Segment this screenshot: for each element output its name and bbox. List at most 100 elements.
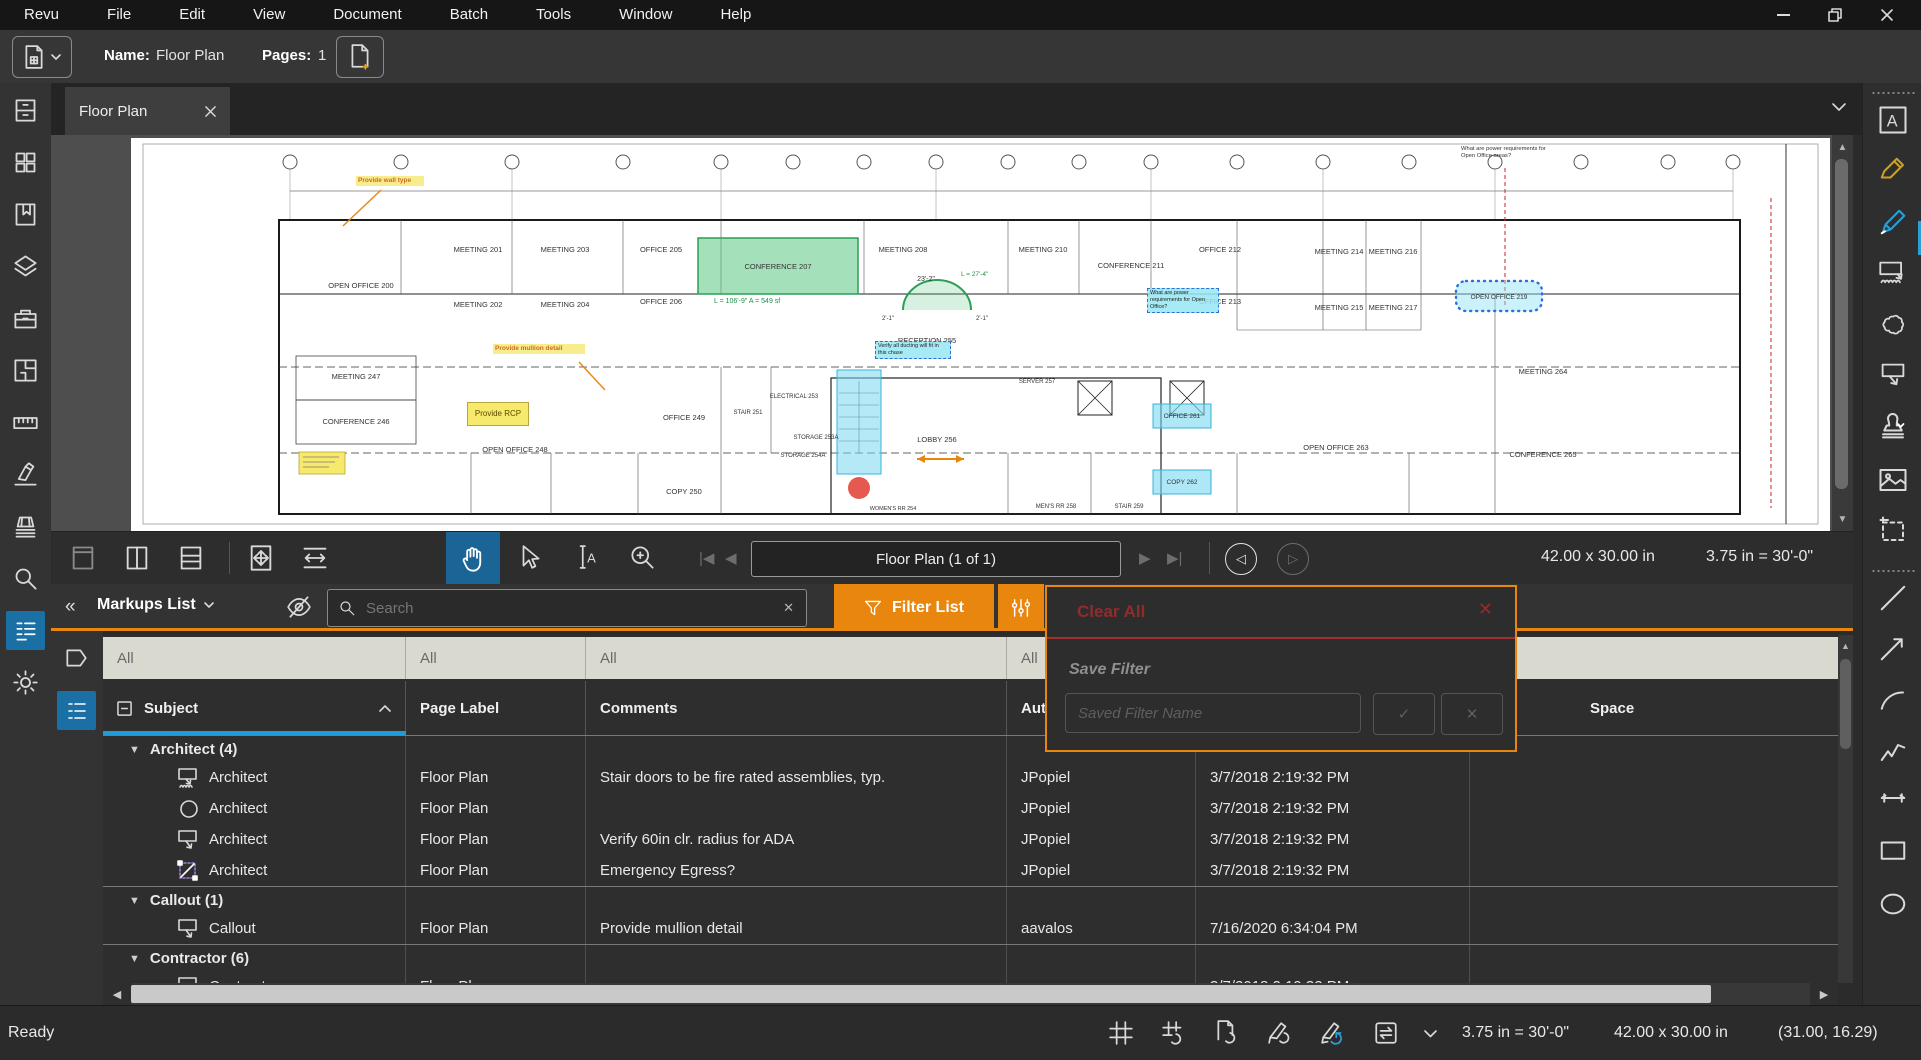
image-tool-button[interactable] <box>1878 465 1908 495</box>
menu-document[interactable]: Document <box>309 0 425 30</box>
cloud-tool-button[interactable] <box>1878 311 1908 341</box>
tab-close-icon[interactable] <box>205 106 216 117</box>
table-row[interactable]: Architect Floor Plan Emergency Egress? J… <box>103 855 1838 886</box>
ellipse-tool-button[interactable] <box>1878 889 1908 919</box>
list-view-button[interactable] <box>57 691 96 730</box>
popup-close-icon[interactable]: ✕ <box>1478 599 1493 620</box>
status-scale[interactable]: 3.75 in = 30'-0" <box>1462 1024 1569 1042</box>
filter-all-space[interactable]: All <box>1470 637 1838 679</box>
menu-revu[interactable]: Revu <box>0 0 83 30</box>
restore-button[interactable] <box>1809 0 1861 30</box>
canvas-vertical-scrollbar[interactable]: ▲ ▼ <box>1832 135 1853 531</box>
zoom-tool-button[interactable] <box>629 544 659 574</box>
filter-all-subject[interactable]: All <box>103 637 406 679</box>
cancel-save-filter-button[interactable]: ✕ <box>1441 693 1503 735</box>
snap-to-markup-button[interactable] <box>1267 1020 1295 1048</box>
hide-markups-button[interactable] <box>286 595 312 619</box>
markups-list-panel-button[interactable] <box>6 611 45 650</box>
confirm-save-filter-button[interactable]: ✓ <box>1373 693 1435 735</box>
filter-list-button[interactable]: Filter List <box>834 584 994 631</box>
callout-markup-mullion[interactable]: Provide mullion detail <box>493 344 585 354</box>
pan-tool-button[interactable] <box>446 532 500 585</box>
tab-floor-plan[interactable]: Floor Plan <box>65 87 230 135</box>
scrollbar-thumb[interactable] <box>1840 659 1851 749</box>
settings-button[interactable] <box>12 669 39 696</box>
menu-batch[interactable]: Batch <box>426 0 512 30</box>
signatures-panel-button[interactable] <box>12 461 39 488</box>
table-vertical-scrollbar[interactable]: ▲ <box>1838 635 1853 983</box>
search-panel-button[interactable] <box>12 565 39 592</box>
single-page-view-button[interactable] <box>69 544 99 574</box>
text-box-tool-button[interactable]: A <box>1878 105 1908 135</box>
synchronize-views-button[interactable] <box>1373 1020 1401 1048</box>
column-header-page-label[interactable]: Page Label <box>406 681 586 735</box>
next-view-button[interactable]: ▷ <box>1277 543 1309 575</box>
tool-chest-panel-button[interactable] <box>12 305 39 332</box>
thumbnails-panel-button[interactable] <box>12 149 39 176</box>
document-menu-button[interactable] <box>12 36 72 78</box>
menu-view[interactable]: View <box>229 0 309 30</box>
saved-filter-name-input[interactable] <box>1065 693 1361 733</box>
text-markup-power-question[interactable]: What are power requirements for Open Off… <box>1461 146 1549 160</box>
note-markup-ducting[interactable]: Verify all ducting will fit in this chas… <box>875 341 951 359</box>
column-header-comments[interactable]: Comments <box>586 681 1007 735</box>
drawing-canvas-area[interactable]: OPEN OFFICE 200 MEETING 201 MEETING 203 … <box>51 135 1853 531</box>
menu-tools[interactable]: Tools <box>512 0 595 30</box>
insert-page-button[interactable] <box>336 36 384 78</box>
cloud-callout-tool-button[interactable] <box>1878 259 1908 289</box>
fit-page-button[interactable] <box>247 544 277 574</box>
toolbar-drag-handle[interactable] <box>1871 91 1915 95</box>
text-box-markup-rcp[interactable]: Provide RCP <box>467 402 529 426</box>
column-header-subject[interactable]: Subject <box>103 681 406 735</box>
group-row-callout[interactable]: ▼Callout (1) <box>103 886 1838 914</box>
pdf-sheet[interactable]: OPEN OFFICE 200 MEETING 201 MEETING 203 … <box>131 138 1830 531</box>
split-vertical-button[interactable] <box>123 544 153 574</box>
snap-to-grid-button[interactable] <box>1161 1020 1189 1048</box>
scroll-up-arrow[interactable]: ▲ <box>1838 641 1853 651</box>
panel-expand-chevron-icon[interactable] <box>1832 103 1846 112</box>
table-row[interactable]: Callout Floor Plan Provide mullion detai… <box>103 913 1838 944</box>
arrow-tool-button[interactable] <box>1878 633 1908 663</box>
collapse-panel-button[interactable]: « <box>65 596 75 618</box>
grid-toggle-button[interactable] <box>1108 1020 1136 1048</box>
previous-view-button[interactable]: ◁ <box>1225 543 1257 575</box>
scrollbar-thumb[interactable] <box>131 985 1711 1003</box>
last-page-button[interactable]: ▶| <box>1167 549 1182 567</box>
rectangle-tool-button[interactable] <box>1878 835 1908 865</box>
split-horizontal-button[interactable] <box>177 544 207 574</box>
markups-search-box[interactable]: ✕ <box>327 589 807 627</box>
snap-to-content-button[interactable] <box>1214 1020 1242 1048</box>
menu-window[interactable]: Window <box>595 0 696 30</box>
first-page-button[interactable]: |◀ <box>699 549 714 567</box>
fit-width-button[interactable] <box>301 544 331 574</box>
file-access-panel-button[interactable] <box>12 97 39 124</box>
toolbar-drag-handle[interactable] <box>1871 569 1915 573</box>
table-row[interactable]: Architect Floor Plan Stair doors to be f… <box>103 762 1838 793</box>
stamp-tool-button[interactable] <box>1878 413 1908 443</box>
collapse-all-icon[interactable] <box>117 701 132 716</box>
filter-settings-button[interactable] <box>998 584 1044 631</box>
arc-tool-button[interactable] <box>1878 685 1908 715</box>
group-row-contractor[interactable]: ▼Contractor (6) <box>103 944 1838 972</box>
menu-edit[interactable]: Edit <box>155 0 229 30</box>
measurements-panel-button[interactable] <box>12 409 39 436</box>
select-tool-button[interactable] <box>517 544 547 574</box>
scroll-right-arrow[interactable]: ▶ <box>1810 983 1838 1005</box>
flag-column-button[interactable] <box>63 645 89 671</box>
callout-tool-button[interactable] <box>1878 361 1908 391</box>
filter-all-page[interactable]: All <box>406 637 586 679</box>
spaces-panel-button[interactable] <box>12 357 39 384</box>
search-input[interactable] <box>364 599 783 618</box>
filter-all-comments[interactable]: All <box>586 637 1007 679</box>
page-indicator-field[interactable]: Floor Plan (1 of 1) <box>751 541 1121 577</box>
text-select-tool-button[interactable]: A <box>573 544 603 574</box>
reuse-markups-button[interactable] <box>1320 1020 1348 1048</box>
close-window-button[interactable] <box>1861 0 1913 30</box>
next-page-button[interactable]: ▶ <box>1139 549 1151 567</box>
line-tool-button[interactable] <box>1878 583 1908 613</box>
minimize-button[interactable] <box>1757 0 1809 30</box>
scrollbar-thumb[interactable] <box>1835 159 1848 489</box>
clear-all-button[interactable]: Clear All <box>1077 602 1145 622</box>
note-markup-power-question[interactable]: What are power requirements for Open Off… <box>1147 288 1219 313</box>
previous-page-button[interactable]: ◀ <box>725 549 737 567</box>
